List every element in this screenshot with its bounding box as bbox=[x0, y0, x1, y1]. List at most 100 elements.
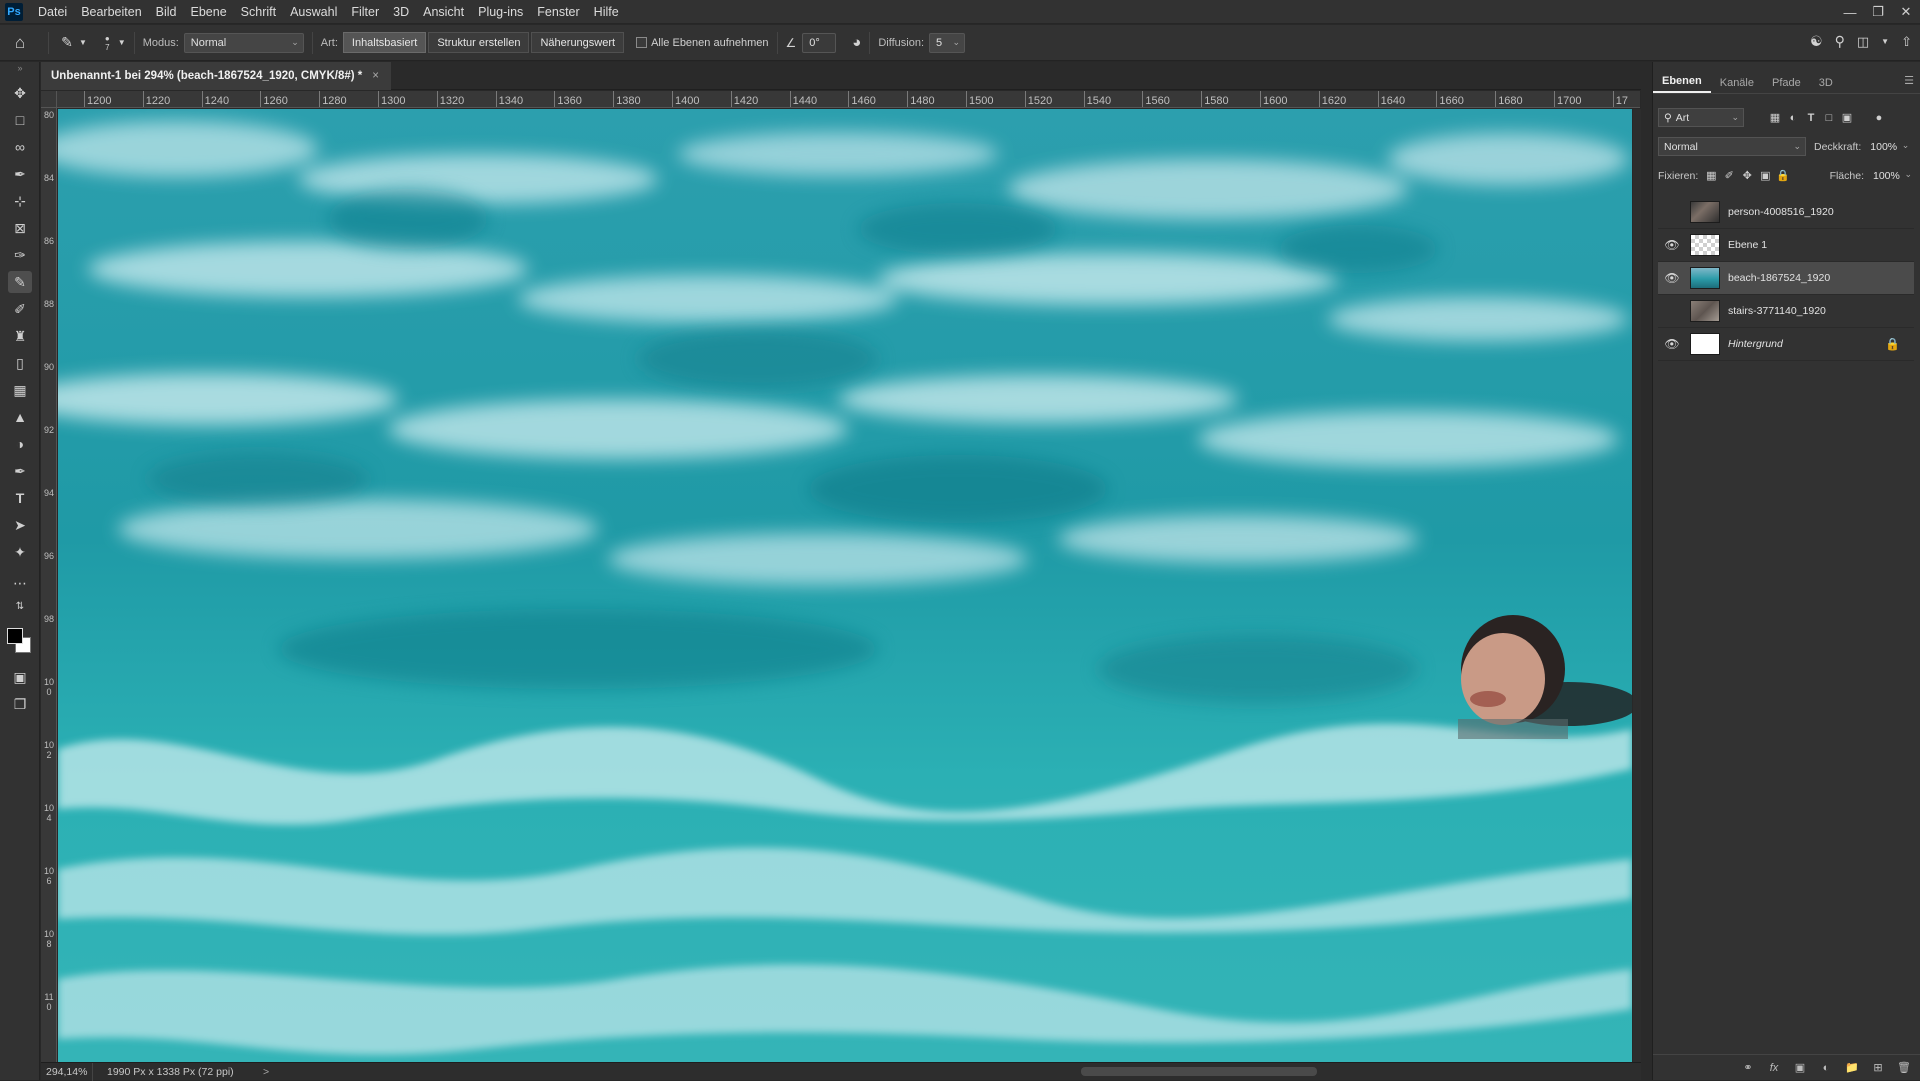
screen-mode-icon[interactable]: ❐ bbox=[8, 693, 32, 715]
layer-name[interactable]: Ebene 1 bbox=[1728, 239, 1767, 251]
menu-ansicht[interactable]: Ansicht bbox=[416, 0, 471, 24]
swap-colors-icon[interactable]: ⇅ bbox=[8, 599, 32, 613]
filter-toggle-icon[interactable]: ● bbox=[1870, 109, 1888, 127]
workspace-icon[interactable]: ◫ bbox=[1857, 33, 1869, 50]
type-tool-icon[interactable]: T bbox=[8, 487, 32, 509]
close-window-icon[interactable]: ✕ bbox=[1892, 0, 1920, 24]
status-menu-arrow[interactable]: > bbox=[263, 1066, 269, 1078]
home-icon[interactable]: ⌂ bbox=[0, 33, 40, 53]
layer-name[interactable]: beach-1867524_1920 bbox=[1728, 272, 1830, 284]
layer-filter-select[interactable]: ⚲ Art ⌄ bbox=[1658, 108, 1744, 127]
chevron-down-icon[interactable]: ▼ bbox=[118, 38, 126, 47]
blur-tool-icon[interactable]: ▲ bbox=[8, 406, 32, 428]
lock-transparent-icon[interactable]: ▦ bbox=[1702, 167, 1720, 185]
lasso-tool-icon[interactable]: ∞ bbox=[8, 136, 32, 158]
menu-3d[interactable]: 3D bbox=[386, 0, 416, 24]
spot-healing-brush-icon[interactable]: ✎ bbox=[57, 34, 77, 51]
chevron-down-icon[interactable]: ▼ bbox=[1881, 33, 1889, 50]
tab-ebenen[interactable]: Ebenen bbox=[1653, 75, 1711, 93]
ruler-origin[interactable] bbox=[41, 91, 57, 108]
layer-row[interactable]: person-4008516_1920 bbox=[1658, 196, 1914, 229]
document-canvas[interactable] bbox=[58, 109, 1632, 1062]
content-aware-button[interactable]: Inhaltsbasiert bbox=[342, 32, 427, 53]
brush-tool-icon[interactable]: ✐ bbox=[8, 298, 32, 320]
eye-icon[interactable]: 👁 bbox=[1662, 235, 1682, 255]
horizontal-ruler[interactable]: 1200 1220 1240 1260 1280 1300 1320 1340 1360 1380… bbox=[57, 91, 1640, 108]
share-cloud-icon[interactable]: ☯ bbox=[1810, 33, 1823, 50]
zoom-level[interactable]: 294,14% bbox=[41, 1062, 93, 1081]
lock-artboard-icon[interactable]: ▣ bbox=[1756, 167, 1774, 185]
marquee-tool-icon[interactable]: □ bbox=[8, 109, 32, 131]
angle-input[interactable]: 0° bbox=[802, 32, 837, 53]
lock-icon[interactable]: 🔒 bbox=[1885, 337, 1900, 351]
crop-tool-icon[interactable]: ⊹ bbox=[8, 190, 32, 212]
menu-hilfe[interactable]: Hilfe bbox=[587, 0, 626, 24]
chevron-down-icon[interactable]: ▼ bbox=[79, 38, 87, 47]
filter-type-icon[interactable]: T bbox=[1802, 109, 1820, 127]
tab-pfade[interactable]: Pfade bbox=[1763, 77, 1810, 93]
lock-all-icon[interactable]: 🔒 bbox=[1774, 167, 1792, 185]
gradient-tool-icon[interactable]: ▦ bbox=[8, 379, 32, 401]
eyedropper-tool-icon[interactable]: ✑ bbox=[8, 244, 32, 266]
fill-input[interactable]: 100% ⌄ bbox=[1868, 166, 1916, 185]
quick-selection-tool-icon[interactable]: ✒ bbox=[8, 163, 32, 185]
pen-tool-icon[interactable]: ✒ bbox=[8, 460, 32, 482]
layer-row[interactable]: 👁 Ebene 1 bbox=[1658, 229, 1914, 262]
vertical-scrollbar[interactable] bbox=[1633, 109, 1648, 1062]
lock-image-icon[interactable]: ✐ bbox=[1720, 167, 1738, 185]
layer-row[interactable]: 👁 Hintergrund 🔒 bbox=[1658, 328, 1914, 361]
move-tool-icon[interactable]: ✥ bbox=[8, 82, 32, 104]
menu-schrift[interactable]: Schrift bbox=[234, 0, 283, 24]
frame-tool-icon[interactable]: ⊠ bbox=[8, 217, 32, 239]
photoshop-logo[interactable]: Ps bbox=[5, 2, 23, 21]
menu-ebene[interactable]: Ebene bbox=[184, 0, 234, 24]
link-layers-icon[interactable]: ⚭ bbox=[1739, 1059, 1757, 1077]
eye-icon[interactable]: 👁 bbox=[1662, 334, 1682, 354]
new-group-icon[interactable]: 📁 bbox=[1843, 1059, 1861, 1077]
layer-row[interactable]: stairs-3771140_1920 bbox=[1658, 295, 1914, 328]
filter-pixel-icon[interactable]: ▦ bbox=[1766, 109, 1784, 127]
menu-bild[interactable]: Bild bbox=[149, 0, 184, 24]
menu-filter[interactable]: Filter bbox=[344, 0, 386, 24]
menu-bearbeiten[interactable]: Bearbeiten bbox=[74, 0, 148, 24]
new-layer-icon[interactable]: ⊞ bbox=[1869, 1059, 1887, 1077]
vertical-ruler[interactable]: 80 84 86 88 90 92 94 96 98 100 102 104 106 108 110 bbox=[41, 108, 57, 1062]
foreground-color-swatch[interactable] bbox=[7, 628, 23, 644]
filter-adjustment-icon[interactable]: ◐ bbox=[1784, 109, 1802, 127]
tab-kanaele[interactable]: Kanäle bbox=[1711, 77, 1763, 93]
proximity-match-button[interactable]: Näherungswert bbox=[531, 32, 625, 53]
export-icon[interactable]: ⇧ bbox=[1901, 33, 1912, 50]
clone-stamp-tool-icon[interactable]: ♜ bbox=[8, 325, 32, 347]
document-info[interactable]: 1990 Px x 1338 Px (72 ppi) bbox=[93, 1066, 243, 1078]
visibility-toggle-empty[interactable] bbox=[1662, 301, 1682, 321]
opacity-input[interactable]: 100% ⌄ bbox=[1865, 137, 1913, 156]
collapse-arrows-icon[interactable]: » bbox=[8, 62, 32, 74]
lock-position-icon[interactable]: ✥ bbox=[1738, 167, 1756, 185]
menu-auswahl[interactable]: Auswahl bbox=[283, 0, 344, 24]
eye-icon[interactable]: 👁 bbox=[1662, 268, 1682, 288]
layer-row-selected[interactable]: 👁 beach-1867524_1920 bbox=[1658, 262, 1914, 295]
menu-plugins[interactable]: Plug-ins bbox=[471, 0, 530, 24]
mode-select[interactable]: Normal ⌄ bbox=[183, 32, 304, 53]
panel-menu-icon[interactable]: ☰ bbox=[1904, 74, 1914, 87]
dodge-tool-icon[interactable]: ◑ bbox=[8, 433, 32, 455]
tab-3d[interactable]: 3D bbox=[1810, 77, 1842, 93]
layer-name[interactable]: Hintergrund bbox=[1728, 338, 1783, 350]
filter-smart-object-icon[interactable]: ▣ bbox=[1838, 109, 1856, 127]
search-icon[interactable]: ⚲ bbox=[1835, 33, 1845, 50]
spot-healing-tool-icon[interactable]: ✎ bbox=[8, 271, 32, 293]
document-tab[interactable]: Unbenannt-1 bei 294% (beach-1867524_1920… bbox=[41, 62, 391, 90]
horizontal-scroll-thumb[interactable] bbox=[1081, 1067, 1317, 1076]
pressure-size-icon[interactable]: ◕ bbox=[852, 34, 861, 51]
sample-all-layers-checkbox[interactable] bbox=[636, 37, 648, 48]
diffusion-select[interactable]: 5 ⌄ bbox=[929, 32, 965, 53]
adjustment-layer-icon[interactable]: ◐ bbox=[1817, 1059, 1835, 1077]
path-selection-tool-icon[interactable]: ➤ bbox=[8, 514, 32, 536]
brush-preset-picker[interactable]: ● 7 bbox=[105, 34, 110, 52]
layer-name[interactable]: person-4008516_1920 bbox=[1728, 206, 1834, 218]
eraser-tool-icon[interactable]: ▯ bbox=[8, 352, 32, 374]
visibility-toggle-empty[interactable] bbox=[1662, 202, 1682, 222]
delete-layer-icon[interactable]: 🗑 bbox=[1895, 1059, 1913, 1077]
menu-datei[interactable]: Datei bbox=[31, 0, 74, 24]
quick-mask-icon[interactable]: ▣ bbox=[8, 666, 32, 688]
